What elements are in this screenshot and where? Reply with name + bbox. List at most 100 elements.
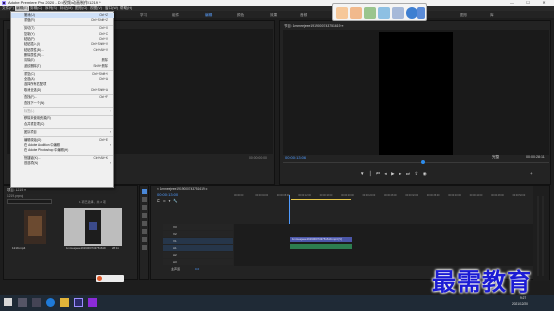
track-header-a3[interactable]: A3 xyxy=(163,259,233,265)
menu-item-label: 标签(L) xyxy=(24,108,35,113)
pen-tool-icon[interactable] xyxy=(142,229,147,234)
export-frame-icon[interactable]: ◉ xyxy=(423,171,431,176)
edit-menu-item[interactable]: 波纹删除(T) Shift+删除 xyxy=(11,64,114,69)
zoom-icon[interactable] xyxy=(392,7,404,19)
track-label: V2 xyxy=(173,232,177,236)
edit-menu-item[interactable]: 合并重复项(C) xyxy=(11,122,114,127)
ruler-tick-label: 00:00:24:00 xyxy=(362,194,376,197)
edit-menu-item[interactable]: 在 Adobe Photoshop 中编辑(H) xyxy=(11,148,114,153)
screen-capture-icon[interactable] xyxy=(378,7,390,19)
program-scrub-bar[interactable] xyxy=(283,162,549,163)
ruler-tick-label: 00:00:48:00 xyxy=(491,194,504,197)
project-search-input[interactable] xyxy=(7,199,52,204)
mark-out-icon[interactable]: ⎮ xyxy=(369,171,376,176)
fit-select[interactable]: 完整 xyxy=(492,155,499,160)
edit-menu-item[interactable]: 首选项(N) › xyxy=(11,161,114,166)
edit-menu-item[interactable]: 团队项目 › xyxy=(11,130,114,135)
menu-item-shortcut: Shift+删除 xyxy=(93,63,108,68)
ruler-tick-label: 00:00:08:00 xyxy=(276,194,290,197)
transport-controls: ▼⎮⏮◂▶▸⏭⇪◉ xyxy=(360,171,470,179)
track-header-a2[interactable]: A2 xyxy=(163,252,233,258)
project-item-thumb-2[interactable] xyxy=(64,208,122,246)
video-clip[interactable]: 1mmeejeee1919000743751619.mp4 [V] xyxy=(290,237,352,242)
workspace-effects[interactable]: 效果 xyxy=(270,13,277,18)
app-icon[interactable] xyxy=(88,298,97,307)
track-area[interactable]: 1mmeejeee1919000743751619.mp4 [V] xyxy=(234,224,549,266)
hand-tool-icon[interactable] xyxy=(142,237,147,242)
program-tab[interactable]: 节目: 1mmeejeee1919000743751619 ≡ xyxy=(284,23,343,28)
master-label: 主声道 xyxy=(171,267,181,271)
workspace-editing[interactable]: 编辑 xyxy=(205,13,212,18)
timeline-tools-row: ⊏∞▾🔧 xyxy=(157,199,207,204)
edit-menu-item[interactable]: 重做(R) Ctrl+Shift+Z xyxy=(11,18,114,23)
expand-icon[interactable] xyxy=(417,7,425,19)
edit-menu-item[interactable]: 查找下一个(N) xyxy=(11,101,114,106)
project-file: 1219.prproj xyxy=(7,194,24,198)
pointer-hand-icon[interactable] xyxy=(350,7,362,19)
edit-menu-item: 标签(L) › xyxy=(11,109,114,114)
image-icon[interactable] xyxy=(364,7,376,19)
work-area-bar[interactable] xyxy=(291,199,351,200)
program-timecode[interactable]: 00:00:13:06 xyxy=(285,155,306,160)
ruler-tick-label: 00:00:32:00 xyxy=(405,194,419,197)
mark-in-icon[interactable]: ▼ xyxy=(360,171,369,176)
type-tool-icon[interactable] xyxy=(142,245,147,250)
menu-item-label: 重做(R) xyxy=(24,18,35,23)
project-selection-count: 1 项已选择，共 2 项 xyxy=(79,200,106,204)
master-value[interactable]: 0.0 xyxy=(195,267,199,271)
step-forward-icon[interactable]: ▸ xyxy=(399,171,406,176)
premiere-taskbar-icon[interactable] xyxy=(74,298,83,307)
menu-item-shortcut: Ctrl+Shift+A xyxy=(90,87,108,92)
menu-item-shortcut: Ctrl+Shift+Z xyxy=(90,18,108,23)
submenu-arrow-icon: › xyxy=(109,129,111,134)
razor-tool-icon[interactable] xyxy=(142,213,147,218)
track-header-v3[interactable]: V3 xyxy=(163,224,233,230)
selection-tool-icon[interactable] xyxy=(142,189,147,194)
explorer-icon[interactable] xyxy=(60,298,69,307)
menu-item-label: 取消全选(D) xyxy=(24,87,42,92)
track-label: V1 xyxy=(173,239,177,243)
source-timecode: 00:00:00:00 xyxy=(249,156,267,160)
search-icon[interactable] xyxy=(18,298,27,307)
track-header-v2[interactable]: V2 xyxy=(163,231,233,237)
ruler-tick-label: 00:00:12:00 xyxy=(298,194,311,197)
workspace-assembly[interactable]: 组件 xyxy=(172,13,179,18)
workspace-audio[interactable]: 音频 xyxy=(300,13,307,18)
clock-time: 9:27 xyxy=(520,296,527,300)
start-icon[interactable] xyxy=(4,298,12,306)
ime-toolbar[interactable] xyxy=(96,275,124,282)
lift-icon[interactable]: ⇪ xyxy=(414,171,422,176)
ruler-tick-label: 00:00:16:00 xyxy=(319,194,333,197)
project-item-thumb-1[interactable] xyxy=(24,210,46,244)
workspace-color[interactable]: 颜色 xyxy=(237,13,244,18)
project-item-duration-2: 28:11 xyxy=(112,246,119,250)
play-icon[interactable]: ▶ xyxy=(391,171,399,176)
track-label: A3 xyxy=(173,260,177,264)
menu-item-label: 合并重复项(C) xyxy=(24,121,45,126)
edge-icon[interactable] xyxy=(46,298,55,307)
add-button-icon[interactable]: + xyxy=(530,171,533,176)
workspace-graphics[interactable]: 图形 xyxy=(460,13,467,18)
menu-item-label: 团队项目 xyxy=(24,129,37,134)
ruler-tick-label: 00:00:28:00 xyxy=(384,194,397,197)
task-view-icon[interactable] xyxy=(32,298,41,307)
workspace-learn[interactable]: 学习 xyxy=(140,13,147,18)
track-header-v1[interactable]: V1 xyxy=(163,238,233,244)
time-ruler[interactable]: 00:00:00 00:00:04:00 00:00:08:00 00:00:12:0… xyxy=(234,194,549,199)
project-item-name-2: 1mmeejeee1919000743751619 xyxy=(66,246,106,250)
timeline-timecode[interactable]: 00:00:13:00 xyxy=(157,192,178,197)
ripple-edit-tool-icon[interactable] xyxy=(142,205,147,210)
workspace-libraries[interactable]: 库 xyxy=(490,13,494,18)
audio-clip[interactable] xyxy=(290,244,352,249)
hand-icon[interactable] xyxy=(336,7,348,19)
settings-icon[interactable]: 🔧 xyxy=(173,199,180,203)
edit-menu-item[interactable]: 取消全选(D) Ctrl+Shift+A xyxy=(11,88,114,93)
edit-menu-dropdown: 撤消(U) Ctrl+Z 重做(R) Ctrl+Shift+Z 剪切(T) Ctrl+X 复… xyxy=(10,11,114,188)
track-headers: V3 V2 V1 A1 A2 A3 xyxy=(163,224,233,272)
playhead-handle[interactable] xyxy=(421,160,425,164)
track-select-tool-icon[interactable] xyxy=(142,197,147,202)
slip-tool-icon[interactable] xyxy=(142,221,147,226)
track-header-a1[interactable]: A1 xyxy=(163,245,233,251)
ruler-tick-label: 00:00:04:00 xyxy=(255,194,269,197)
sequence-tab[interactable]: × 1mmeejeee1919000743751619 ≡ xyxy=(157,187,208,191)
